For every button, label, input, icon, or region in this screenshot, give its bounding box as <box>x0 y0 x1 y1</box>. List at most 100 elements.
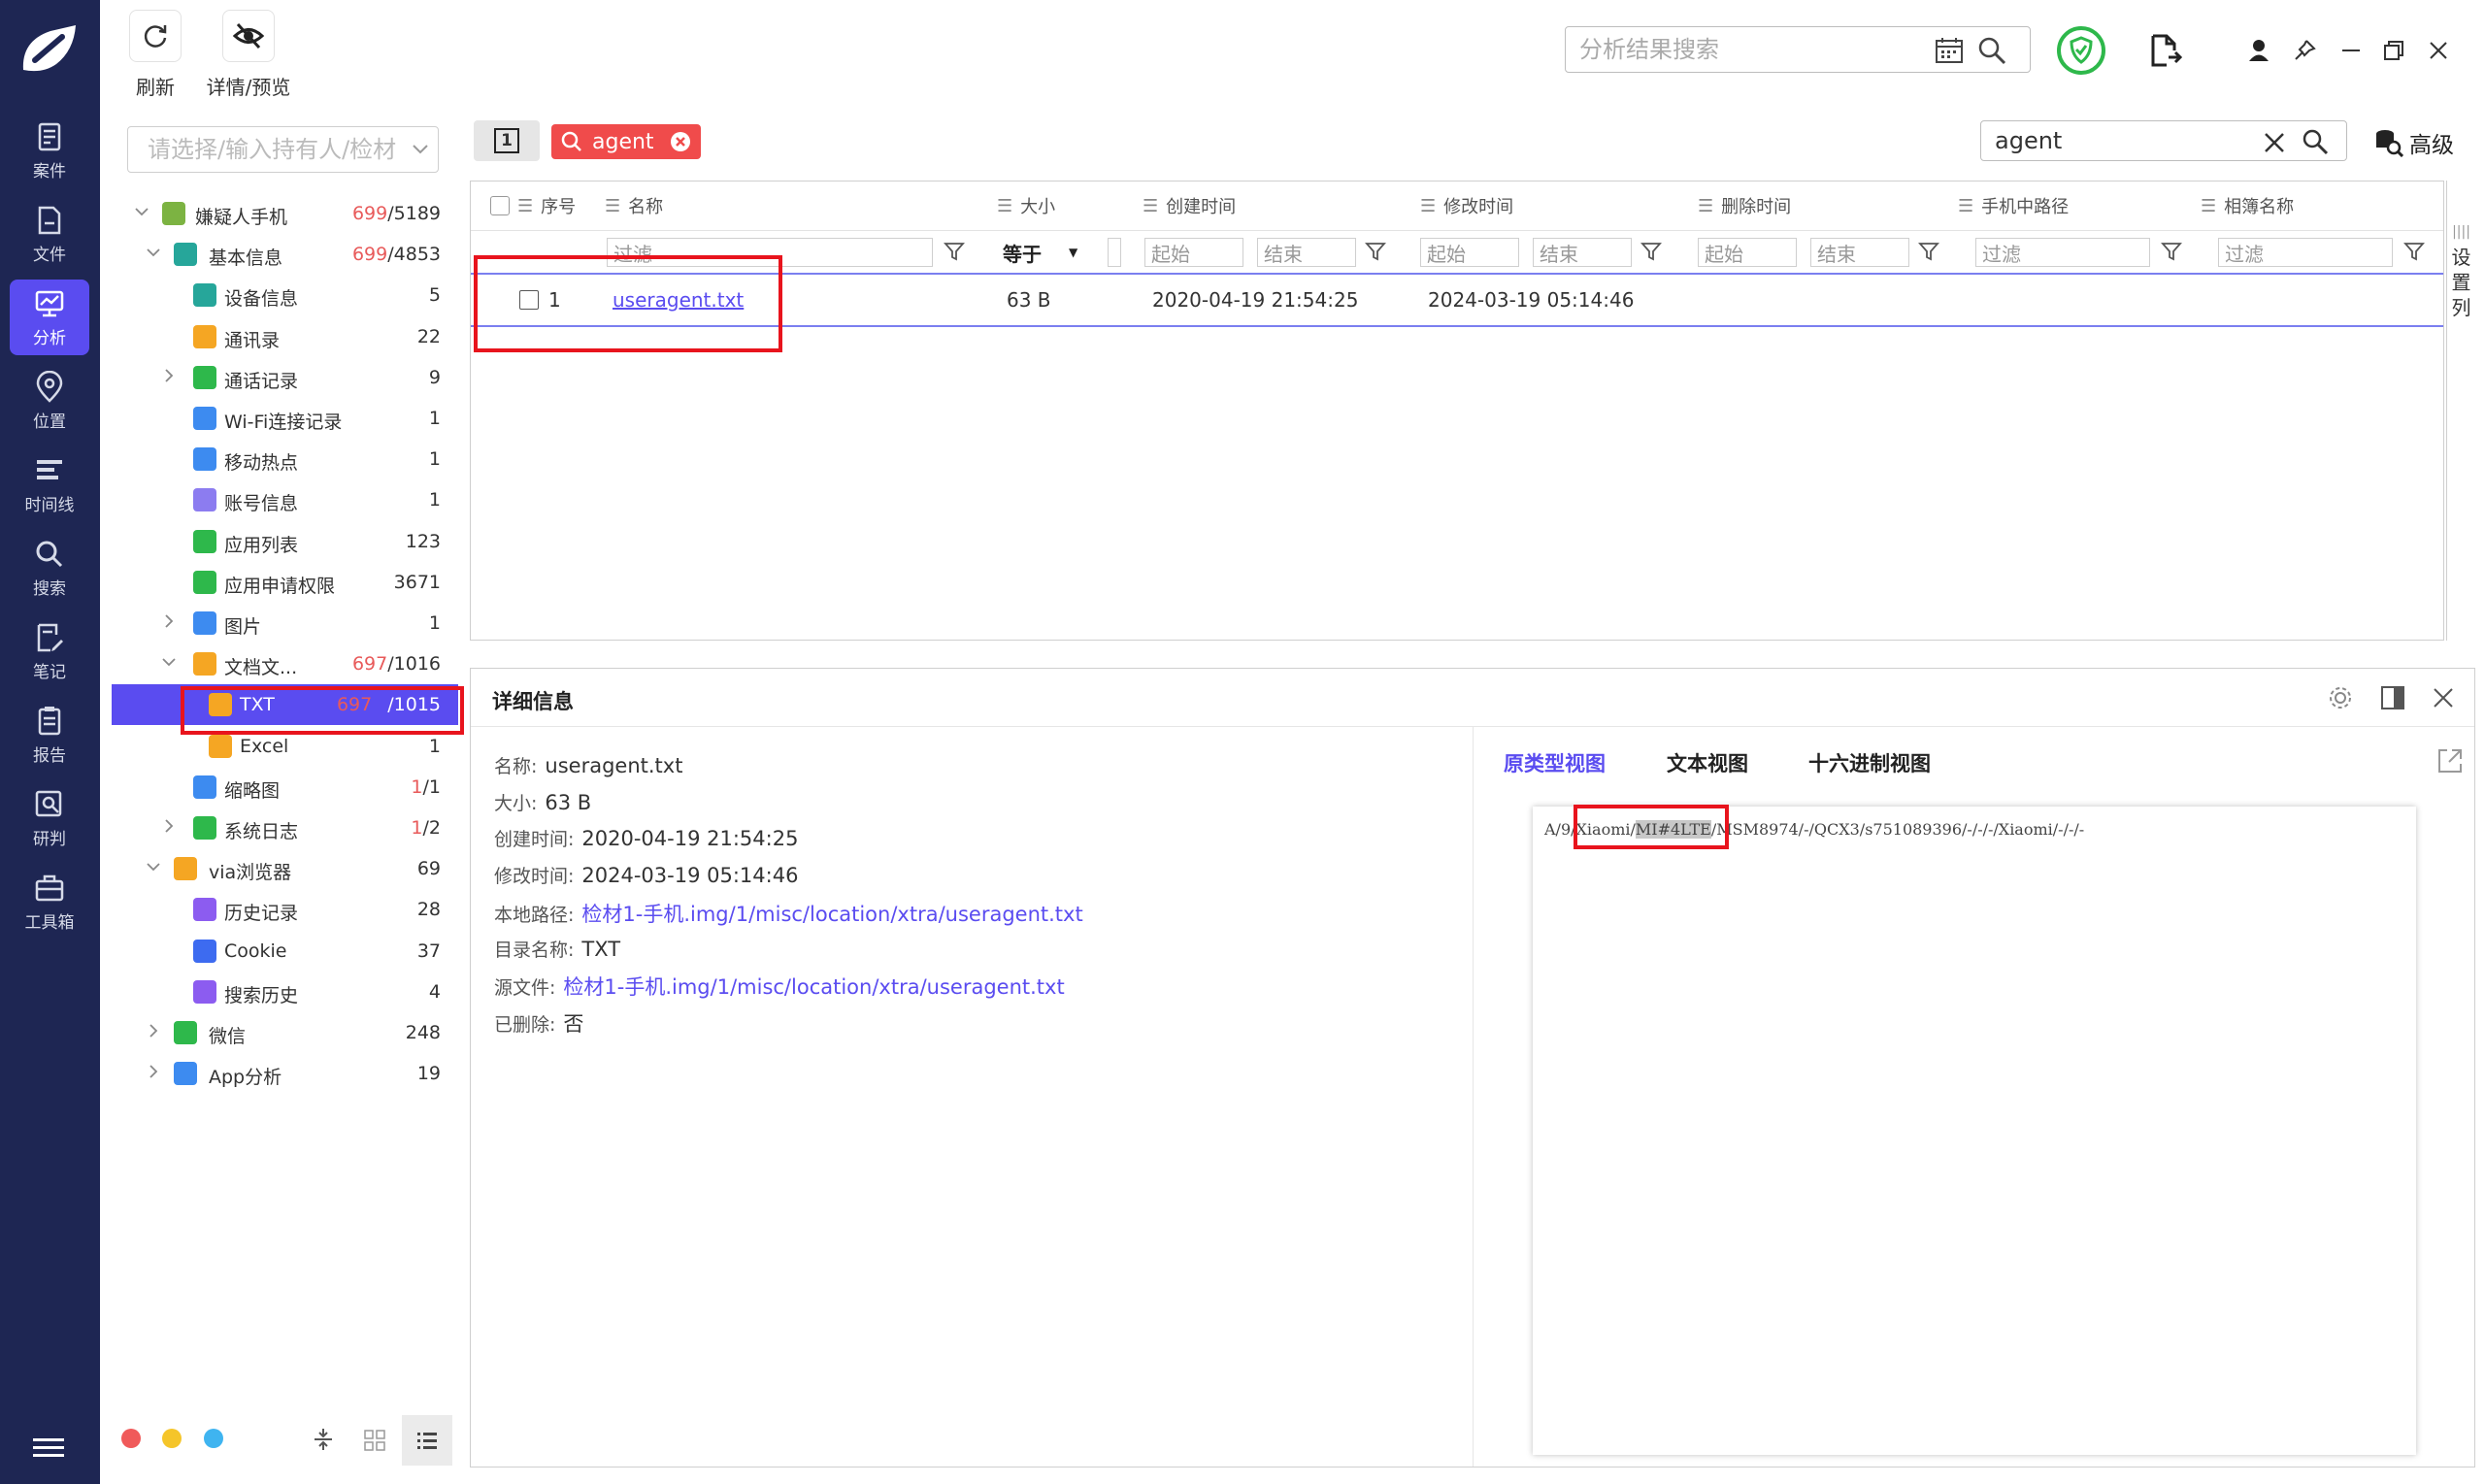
filter-icon[interactable] <box>2402 240 2426 263</box>
global-search-box[interactable] <box>1565 26 2031 73</box>
nav-item-analysis[interactable]: 分析 <box>10 280 89 355</box>
tree-item[interactable]: 应用列表 123 <box>112 521 458 562</box>
minimize-icon[interactable] <box>2339 39 2363 62</box>
column-menu-icon[interactable]: ☰ <box>1143 196 1158 216</box>
tree-item[interactable]: 账号信息 1 <box>112 479 458 520</box>
nav-item-timeline[interactable]: 时间线 <box>10 446 89 522</box>
col-header-size-cell[interactable]: ☰ 大小 <box>997 181 1055 230</box>
close-window-icon[interactable] <box>2427 39 2450 62</box>
phone-path-filter-input[interactable]: 过滤 <box>1975 238 2150 267</box>
nav-item-report[interactable]: 报告 <box>10 697 89 773</box>
tree-item[interactable]: 微信 248 <box>112 1012 458 1053</box>
chevron-down-icon[interactable] <box>133 203 150 220</box>
tree-item[interactable]: 基本信息 699/4853 <box>112 234 458 275</box>
filter-icon[interactable] <box>1917 240 1940 263</box>
modified-start-input[interactable]: 起始 <box>1420 238 1519 267</box>
tab-hex-view[interactable]: 十六进制视图 <box>1808 748 1931 777</box>
preview-toggle-button[interactable]: 详情/预览 <box>200 10 297 103</box>
filter-icon[interactable] <box>943 240 966 263</box>
nav-item-judge[interactable]: 研判 <box>10 780 89 856</box>
size-operator-select[interactable]: 等于 ▼ <box>997 238 1098 267</box>
tree-item[interactable]: App分析 19 <box>112 1053 458 1094</box>
settings-gear-icon[interactable] <box>2327 684 2354 711</box>
tree-item[interactable]: 图片 1 <box>112 603 458 643</box>
col-header-created-cell[interactable]: ☰ 创建时间 <box>1143 181 1236 230</box>
chevron-right-icon[interactable] <box>145 1063 162 1080</box>
col-header-name-cell[interactable]: ☰ 名称 <box>605 181 663 230</box>
col-header-deleted-cell[interactable]: ☰ 删除时间 <box>1698 181 1791 230</box>
tree-item[interactable]: 移动热点 1 <box>112 439 458 479</box>
pin-icon[interactable] <box>2293 39 2316 62</box>
col-header-modified-cell[interactable]: ☰ 修改时间 <box>1420 181 1513 230</box>
calendar-icon[interactable] <box>1935 37 1964 64</box>
tab-native-view[interactable]: 原类型视图 <box>1504 748 1606 777</box>
tree-item[interactable]: Cookie 37 <box>112 931 458 972</box>
red-dot[interactable] <box>121 1429 141 1448</box>
shield-status-icon[interactable] <box>2056 25 2106 76</box>
chevron-down-icon[interactable] <box>160 653 178 671</box>
tree-item[interactable]: 设备信息 5 <box>112 275 458 315</box>
blue-dot[interactable] <box>204 1429 223 1448</box>
tree-item[interactable]: 系统日志 1/2 <box>112 808 458 848</box>
tree-item[interactable]: 通讯录 22 <box>112 316 458 357</box>
deleted-start-input[interactable]: 起始 <box>1698 238 1797 267</box>
filter-tag[interactable]: agent <box>551 124 701 159</box>
nav-item-search[interactable]: 搜索 <box>10 530 89 606</box>
album-filter-input[interactable]: 过滤 <box>2218 238 2393 267</box>
nav-item-file[interactable]: 文件 <box>10 196 89 272</box>
column-menu-icon[interactable]: ☰ <box>605 196 620 216</box>
deleted-end-input[interactable]: 结束 <box>1810 238 1909 267</box>
yellow-dot[interactable] <box>162 1429 182 1448</box>
collapse-icon[interactable] <box>311 1427 336 1452</box>
filter-icon[interactable] <box>1640 240 1663 263</box>
col-header-album-cell[interactable]: ☰ 相簿名称 <box>2201 181 2294 230</box>
created-end-input[interactable]: 结束 <box>1257 238 1356 267</box>
list-search-icon[interactable] <box>2302 128 2329 155</box>
tab-text-view[interactable]: 文本视图 <box>1667 748 1748 777</box>
column-menu-icon[interactable]: ☰ <box>1698 196 1713 216</box>
chevron-right-icon[interactable] <box>145 1022 162 1039</box>
col-header-phone-path-cell[interactable]: ☰ 手机中路径 <box>1958 181 2069 230</box>
column-menu-icon[interactable]: ☰ <box>1958 196 1973 216</box>
hamburger-menu-icon[interactable] <box>29 1435 68 1462</box>
nav-item-toolbox[interactable]: 工具箱 <box>10 864 89 940</box>
export-file-icon[interactable] <box>2147 33 2182 68</box>
tree-item[interactable]: 缩略图 1/1 <box>112 767 458 808</box>
column-menu-icon[interactable]: ☰ <box>997 196 1012 216</box>
tree-item[interactable]: 嫌疑人手机 699/5189 <box>112 193 458 234</box>
chevron-down-icon[interactable] <box>412 143 429 156</box>
set-columns-button[interactable]: |||| 设 置 列 <box>2446 181 2475 641</box>
chevron-right-icon[interactable] <box>160 817 178 835</box>
chevron-down-icon[interactable] <box>145 244 162 261</box>
restore-icon[interactable] <box>2382 39 2405 62</box>
size-value-input[interactable] <box>1108 238 1121 267</box>
owner-select[interactable] <box>127 126 439 173</box>
tag-remove-icon[interactable] <box>670 131 691 152</box>
modified-end-input[interactable]: 结束 <box>1533 238 1632 267</box>
detail-property-value[interactable]: 检材1-手机.img/1/misc/location/xtra/useragen… <box>581 903 1082 926</box>
chevron-right-icon[interactable] <box>160 367 178 384</box>
tree-item[interactable]: 通话记录 9 <box>112 357 458 398</box>
tree-item[interactable]: Wi-Fi连接记录 1 <box>112 398 458 439</box>
column-menu-icon[interactable]: ☰ <box>517 196 533 216</box>
detail-property-value[interactable]: 检材1-手机.img/1/misc/location/xtra/useragen… <box>563 975 1064 999</box>
list-search-box[interactable] <box>1980 120 2347 161</box>
list-view-button[interactable] <box>402 1415 452 1466</box>
filter-icon[interactable] <box>1364 240 1387 263</box>
grid-view-icon[interactable] <box>363 1429 386 1452</box>
select-all-checkbox[interactable] <box>490 196 510 215</box>
column-menu-icon[interactable]: ☰ <box>2201 196 2216 216</box>
split-panel-icon[interactable] <box>2379 684 2406 711</box>
tree-item[interactable]: via浏览器 69 <box>112 848 458 889</box>
tree-item[interactable]: 文档文... 697/1016 <box>112 643 458 684</box>
nav-item-notes[interactable]: 笔记 <box>10 613 89 689</box>
close-detail-icon[interactable] <box>2432 686 2455 709</box>
chevron-down-icon[interactable] <box>145 858 162 875</box>
tree-item[interactable]: 历史记录 28 <box>112 889 458 930</box>
chevron-right-icon[interactable] <box>160 612 178 630</box>
clear-search-icon[interactable] <box>2263 131 2286 154</box>
tree-item[interactable]: 搜索历史 4 <box>112 972 458 1012</box>
nav-item-case[interactable]: 案件 <box>10 113 89 188</box>
tab-number-button[interactable]: 1 <box>474 120 540 161</box>
global-search-input[interactable] <box>1579 33 1929 66</box>
